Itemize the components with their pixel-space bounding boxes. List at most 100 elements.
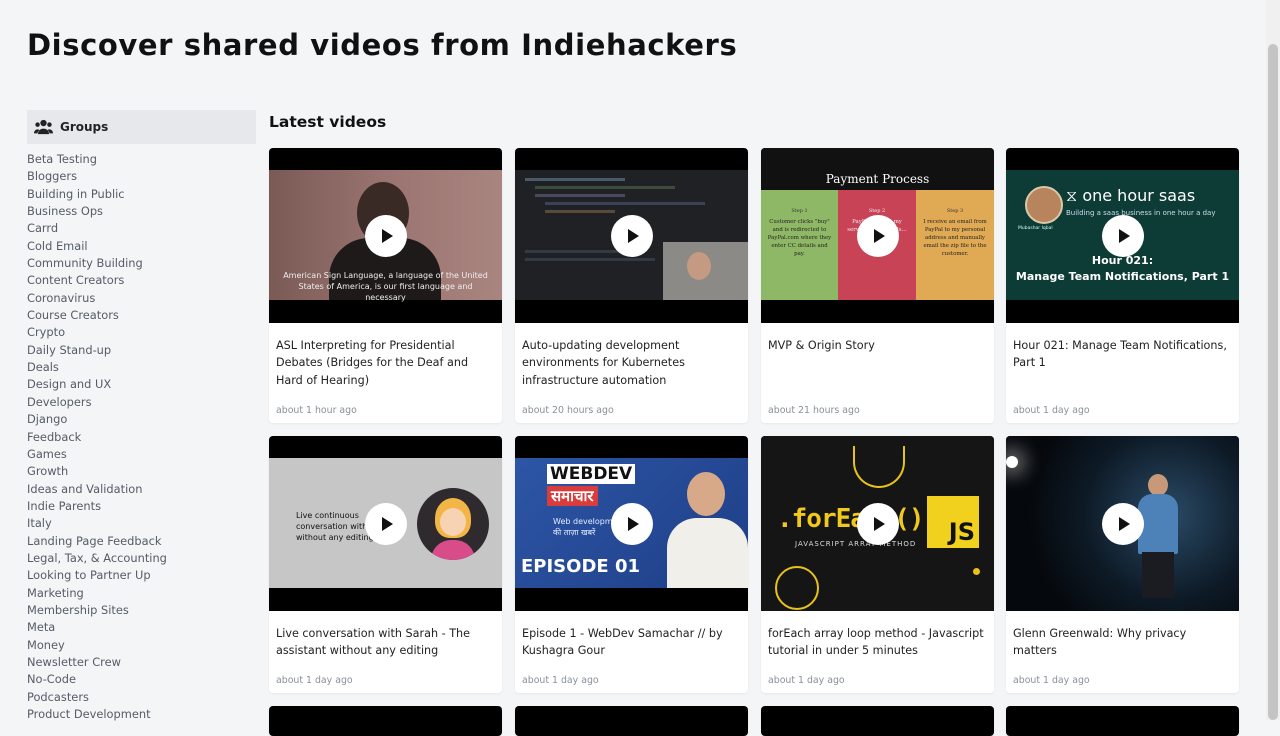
page-scrollbar[interactable] — [1266, 0, 1280, 720]
group-link[interactable]: Crypto — [27, 324, 256, 341]
group-link[interactable]: Feedback — [27, 429, 256, 446]
group-link[interactable]: Indie Parents — [27, 498, 256, 515]
play-icon[interactable] — [1101, 502, 1144, 545]
video-card[interactable]: American Sign Language, a language of th… — [269, 148, 502, 423]
play-icon[interactable] — [364, 502, 407, 545]
video-card[interactable]: .forEach() JAVASCRIPT ARRAY METHOD JS fo… — [761, 436, 994, 693]
group-link[interactable]: Django — [27, 411, 256, 428]
video-thumbnail[interactable] — [515, 148, 748, 323]
group-link[interactable]: Growth — [27, 463, 256, 480]
thumbnail-caption: American Sign Language, a language of th… — [283, 271, 488, 302]
video-thumbnail[interactable]: WEBDEV समाचार Web development की ताज़ा ख… — [515, 436, 748, 611]
groups-header-label: Groups — [60, 120, 109, 134]
video-title[interactable]: Hour 021: Manage Team Notifications, Par… — [1006, 323, 1239, 372]
thumbnail-subtitle: Building a saas business in one hour a d… — [1066, 209, 1216, 217]
video-time: about 1 day ago — [1013, 405, 1090, 416]
video-thumbnail[interactable]: American Sign Language, a language of th… — [269, 148, 502, 323]
group-link[interactable]: Beta Testing — [27, 151, 256, 168]
thumbnail-name: Mubashar Iqbal — [1018, 226, 1053, 231]
video-card[interactable] — [269, 706, 502, 736]
group-link[interactable]: Content Creators — [27, 272, 256, 289]
group-link[interactable]: Daily Stand-up — [27, 342, 256, 359]
group-link[interactable]: Carrd — [27, 220, 256, 237]
video-title[interactable]: ASL Interpreting for Presidential Debate… — [269, 323, 502, 389]
video-card[interactable] — [761, 706, 994, 736]
group-link[interactable]: Developers — [27, 394, 256, 411]
group-link[interactable]: Product Development — [27, 706, 256, 723]
video-thumbnail[interactable]: Live continuous conversation with Sarah … — [269, 436, 502, 611]
group-link[interactable]: Legal, Tax, & Accounting — [27, 550, 256, 567]
play-icon[interactable] — [364, 214, 407, 257]
video-card[interactable]: Mubashar Iqbal ⧖ one hour saas Building … — [1006, 148, 1239, 423]
section-title: Latest videos — [269, 113, 387, 131]
group-link[interactable]: Money — [27, 637, 256, 654]
video-title[interactable]: Glenn Greenwald: Why privacy matters — [1006, 611, 1239, 660]
video-thumbnail[interactable]: Mubashar Iqbal ⧖ one hour saas Building … — [1006, 148, 1239, 323]
group-link[interactable]: No-Code — [27, 671, 256, 688]
page-title: Discover shared videos from Indiehackers — [27, 28, 738, 62]
groups-sidebar: Groups Beta Testing Bloggers Building in… — [27, 110, 256, 723]
group-link[interactable]: Community Building — [27, 255, 256, 272]
video-card[interactable] — [515, 706, 748, 736]
group-link[interactable]: Deals — [27, 359, 256, 376]
thumbnail-caption: Manage Team Notifications, Part 1 — [1015, 270, 1230, 283]
step-text: Customer clicks "buy" and is redirected … — [767, 219, 832, 257]
group-link[interactable]: Looking to Partner Up — [27, 567, 256, 584]
play-icon[interactable] — [610, 214, 653, 257]
group-link[interactable]: Membership Sites — [27, 602, 256, 619]
group-list: Beta Testing Bloggers Building in Public… — [27, 151, 256, 723]
play-icon[interactable] — [1101, 214, 1144, 257]
video-card[interactable]: WEBDEV समाचार Web development की ताज़ा ख… — [515, 436, 748, 693]
play-icon[interactable] — [856, 214, 899, 257]
group-link[interactable]: Bloggers — [27, 168, 256, 185]
video-card[interactable]: Payment Process Step 1 Customer clicks "… — [761, 148, 994, 423]
scrollbar-thumb[interactable] — [1268, 44, 1278, 720]
group-link[interactable]: Italy — [27, 515, 256, 532]
groups-header[interactable]: Groups — [27, 110, 256, 144]
thumbnail-subtitle: JAVASCRIPT ARRAY METHOD — [795, 540, 917, 548]
group-link[interactable]: Ideas and Validation — [27, 481, 256, 498]
group-link[interactable]: Building in Public — [27, 186, 256, 203]
step-text: I receive an email from PayPal to my per… — [923, 219, 987, 257]
video-thumbnail[interactable] — [1006, 436, 1239, 611]
video-time: about 21 hours ago — [768, 405, 860, 416]
group-link[interactable]: Landing Page Feedback — [27, 533, 256, 550]
thumbnail-heading: Payment Process — [825, 172, 930, 186]
video-title[interactable]: forEach array loop method - Javascript t… — [761, 611, 994, 660]
video-thumbnail[interactable]: Payment Process Step 1 Customer clicks "… — [761, 148, 994, 323]
video-title[interactable]: Episode 1 - WebDev Samachar // by Kushag… — [515, 611, 748, 660]
thumbnail-heading: WEBDEV — [547, 464, 636, 484]
group-link[interactable]: Podcasters — [27, 689, 256, 706]
video-title[interactable]: Live conversation with Sarah - The assis… — [269, 611, 502, 660]
group-link[interactable]: Coronavirus — [27, 290, 256, 307]
video-title[interactable]: Auto-updating development environments f… — [515, 323, 748, 389]
thumbnail-heading: .forEach() — [777, 504, 925, 534]
video-thumbnail[interactable]: .forEach() JAVASCRIPT ARRAY METHOD JS — [761, 436, 994, 611]
avatar — [1025, 186, 1063, 224]
group-link[interactable]: Business Ops — [27, 203, 256, 220]
video-card[interactable]: Auto-updating development environments f… — [515, 148, 748, 423]
group-link[interactable]: Design and UX — [27, 376, 256, 393]
group-link[interactable]: Meta — [27, 619, 256, 636]
thumbnail-hindi: समाचार — [547, 486, 598, 506]
video-time: about 1 day ago — [522, 675, 599, 686]
video-card[interactable]: Live continuous conversation with Sarah … — [269, 436, 502, 693]
play-icon[interactable] — [856, 502, 899, 545]
group-link[interactable]: Newsletter Crew — [27, 654, 256, 671]
video-time: about 20 hours ago — [522, 405, 614, 416]
group-link[interactable]: Games — [27, 446, 256, 463]
thumbnail-episode: EPISODE 01 — [521, 556, 641, 577]
play-icon[interactable] — [610, 502, 653, 545]
thumbnail-heading: ⧖ one hour saas — [1066, 186, 1196, 205]
group-link[interactable]: Marketing — [27, 585, 256, 602]
video-time: about 1 day ago — [768, 675, 845, 686]
video-time: about 1 hour ago — [276, 405, 357, 416]
group-link[interactable]: Cold Email — [27, 238, 256, 255]
video-title[interactable]: MVP & Origin Story — [761, 323, 994, 354]
group-link[interactable]: Course Creators — [27, 307, 256, 324]
users-icon — [34, 119, 53, 135]
avatar — [417, 488, 489, 560]
video-card[interactable] — [1006, 706, 1239, 736]
video-card[interactable]: Glenn Greenwald: Why privacy matters abo… — [1006, 436, 1239, 693]
js-badge: JS — [927, 496, 979, 548]
